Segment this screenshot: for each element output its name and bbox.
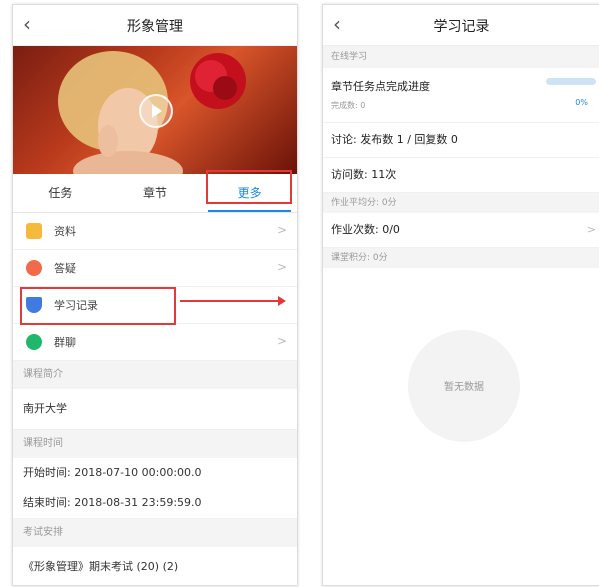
chapter-progress-row: 章节任务点完成进度 完成数: 0 0% [323, 68, 599, 123]
menu-item-label: 答疑 [54, 262, 76, 275]
progress-percent: 0% [575, 98, 588, 107]
tab-tasks[interactable]: 任务 [13, 174, 108, 212]
online-study-heading: 在线学习 [323, 46, 599, 68]
chevron-right-icon: > [586, 223, 596, 236]
chat-icon [26, 334, 42, 350]
page-title: 学习记录 [433, 19, 490, 35]
highlight-study-record [20, 287, 176, 325]
top-bar: ‹ 学习记录 [323, 5, 599, 46]
school-name: 南开大学 [13, 389, 297, 430]
start-time: 开始时间: 2018-07-10 00:00:00.0 [23, 466, 202, 479]
menu-item-qa[interactable]: 答疑 > [13, 250, 297, 287]
menu-item-group-chat[interactable]: 群聊 > [13, 324, 297, 361]
menu-item-label: 资料 [54, 225, 76, 238]
menu-item-label: 群聊 [54, 336, 76, 349]
highlight-more-tab [206, 170, 292, 204]
play-icon[interactable] [139, 94, 173, 128]
empty-state-icon: 暂无数据 [408, 330, 520, 442]
arrow-icon [180, 296, 286, 306]
course-intro-heading: 课程简介 [13, 361, 297, 389]
page-title: 形象管理 [127, 19, 183, 35]
top-bar: ‹ 形象管理 [13, 5, 297, 46]
menu-item-materials[interactable]: 资料 > [13, 213, 297, 250]
chevron-right-icon: > [276, 260, 287, 274]
homework-average: 作业平均分: 0分 [323, 193, 599, 213]
question-icon [26, 260, 42, 276]
chevron-right-icon: > [276, 334, 287, 348]
chevron-right-icon: > [276, 223, 287, 237]
exam-item[interactable]: 《形象管理》期末考试 (20) (2) [13, 547, 297, 585]
chapter-progress-label: 章节任务点完成进度 [331, 80, 430, 93]
document-icon [26, 223, 42, 239]
study-record-screen: ‹ 学习记录 在线学习 章节任务点完成进度 完成数: 0 0% 讨论: 发布数 … [322, 4, 599, 586]
homework-count-row[interactable]: 作业次数: 0/0 > [323, 213, 599, 248]
visit-count: 访问数: 11次 [323, 158, 599, 193]
discussion-stats: 讨论: 发布数 1 / 回复数 0 [323, 123, 599, 158]
course-cover-image[interactable] [13, 46, 297, 174]
completed-count: 完成数: 0 [331, 101, 366, 110]
progress-bar [546, 78, 596, 85]
end-time: 结束时间: 2018-08-31 23:59:59.0 [13, 488, 297, 519]
course-time-heading: 课程时间 [13, 430, 297, 458]
homework-count: 作业次数: 0/0 [331, 223, 400, 236]
empty-state-text: 暂无数据 [444, 382, 484, 393]
class-points: 课堂积分: 0分 [323, 248, 599, 268]
tab-chapters[interactable]: 章节 [108, 174, 203, 212]
exam-heading: 考试安排 [13, 519, 297, 547]
